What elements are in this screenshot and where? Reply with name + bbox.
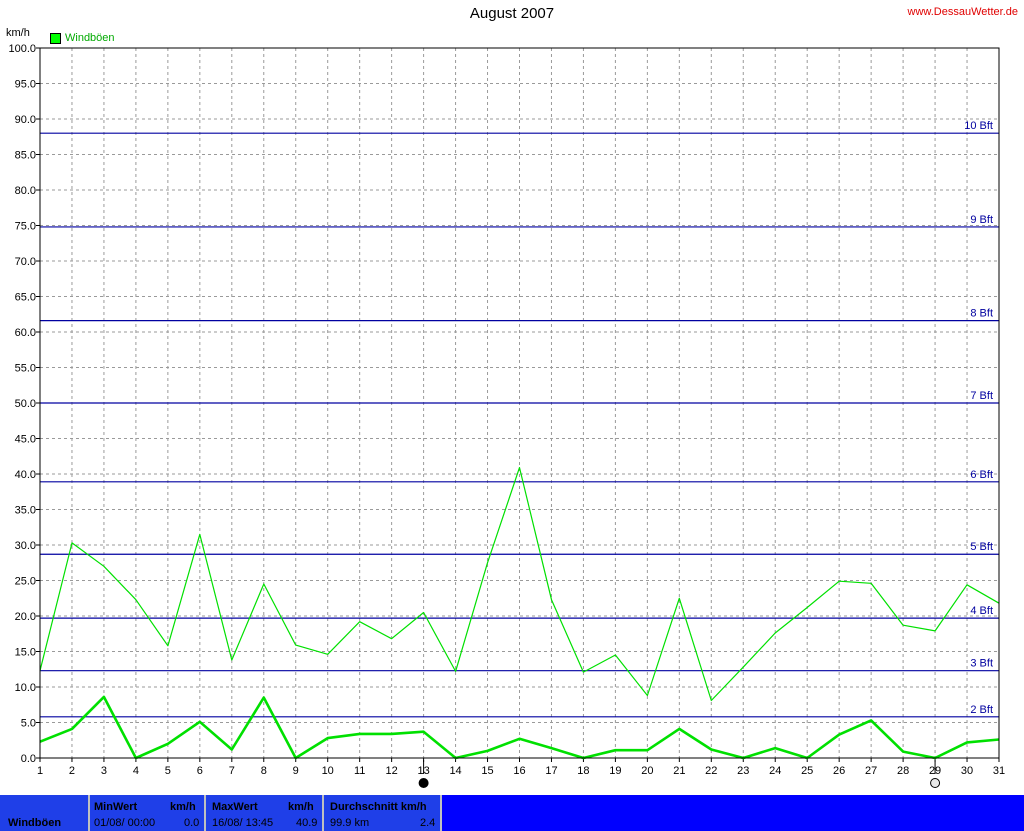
footer-min-unit: km/h: [170, 801, 196, 813]
chart-title: August 2007: [469, 5, 555, 22]
x-tick-label: 1: [37, 765, 43, 777]
y-tick-label: 15.0: [15, 647, 36, 659]
y-tick-label: 45.0: [15, 434, 36, 446]
y-tick-label: 50.0: [15, 398, 36, 410]
full-moon-icon: [930, 778, 941, 788]
y-tick-label: 30.0: [15, 540, 36, 552]
x-tick-label: 9: [293, 765, 299, 777]
y-tick-label: 95.0: [15, 79, 36, 91]
footer-min-value: 0.0: [184, 817, 200, 829]
x-tick-label: 30: [961, 765, 973, 777]
footer-min-header: MinWert: [94, 801, 138, 813]
legend: Windböen: [50, 32, 115, 44]
x-tick-label: 21: [673, 765, 685, 777]
y-tick-label: 90.0: [15, 114, 36, 126]
x-tick-label: 18: [577, 765, 589, 777]
y-axis-unit: km/h: [6, 27, 30, 39]
footer-max-header: MaxWert: [212, 801, 258, 813]
y-tick-label: 80.0: [15, 185, 36, 197]
beaufort-label: 6 Bft: [970, 469, 993, 481]
y-tick-label: 0.0: [21, 753, 36, 765]
beaufort-label: 3 Bft: [970, 658, 993, 670]
x-tick-label: 17: [545, 765, 557, 777]
x-tick-label: 8: [261, 765, 267, 777]
x-tick-label: 23: [737, 765, 749, 777]
x-tick-label: 6: [197, 765, 203, 777]
x-tick-label: 22: [705, 765, 717, 777]
footer-avg-distance: 99.9 km: [330, 817, 370, 829]
footer-max-unit: km/h: [288, 801, 314, 813]
x-tick-label: 7: [229, 765, 235, 777]
x-tick-label: 5: [165, 765, 171, 777]
x-tick-label: 2: [69, 765, 75, 777]
y-tick-label: 25.0: [15, 576, 36, 588]
x-tick-label: 24: [769, 765, 781, 777]
footer-max-value: 40.9: [296, 817, 318, 829]
x-tick-label: 26: [833, 765, 845, 777]
x-tick-label: 12: [386, 765, 398, 777]
y-tick-label: 10.0: [15, 682, 36, 694]
x-tick-label: 11: [354, 765, 365, 777]
footer-min-date: 01/08/ 00:00: [94, 817, 156, 829]
x-tick-label: 4: [133, 765, 139, 777]
x-tick-label: 28: [897, 765, 909, 777]
y-tick-label: 60.0: [15, 327, 36, 339]
y-tick-label: 100.0: [8, 43, 36, 55]
legend-swatch: [50, 32, 61, 44]
x-tick-label: 10: [322, 765, 334, 777]
y-tick-label: 85.0: [15, 150, 36, 162]
y-tick-label: 65.0: [15, 292, 36, 304]
y-tick-label: 70.0: [15, 256, 36, 268]
x-tick-label: 25: [801, 765, 813, 777]
beaufort-label: 8 Bft: [970, 308, 993, 320]
x-tick-label: 31: [993, 765, 1005, 777]
footer-avg-cell: Durchschnitt km/h 99.9 km 2.4: [324, 795, 440, 831]
x-tick-label: 20: [641, 765, 653, 777]
footer-max-date: 16/08/ 13:45: [212, 817, 274, 829]
y-tick-label: 5.0: [21, 718, 36, 730]
footer-avg-value: 2.4: [420, 817, 436, 829]
footer-divider: [440, 795, 442, 831]
wind-gust-chart: 0.0 5.0 10.0 15.0 20.0 25.0 30.0 35.0 40.0 45.0 50…: [8, 43, 1005, 788]
y-tick-label: 55.0: [15, 363, 36, 375]
y-tick-label: 20.0: [15, 611, 36, 623]
x-tick-label: 3: [101, 765, 107, 777]
x-tick-label: 19: [609, 765, 621, 777]
beaufort-label: 2 Bft: [970, 704, 993, 716]
beaufort-label: 5 Bft: [970, 541, 993, 553]
y-tick-label: 40.0: [15, 469, 36, 481]
site-url[interactable]: www.DessauWetter.de: [908, 6, 1018, 18]
statistics-footer: Windböen MinWert km/h 01/08/ 00:00 0.0 M…: [0, 795, 1024, 831]
footer-avg-header: Durchschnitt km/h: [330, 801, 427, 813]
footer-series-cell: Windböen: [0, 795, 88, 831]
legend-label: Windböen: [65, 32, 115, 44]
footer-min-cell: MinWert km/h 01/08/ 00:00 0.0: [90, 795, 204, 831]
beaufort-label: 4 Bft: [970, 605, 993, 617]
new-moon-icon: [418, 778, 429, 788]
beaufort-label: 9 Bft: [970, 214, 993, 226]
x-tick-label: 14: [449, 765, 461, 777]
beaufort-label: 10 Bft: [964, 120, 993, 132]
footer-max-cell: MaxWert km/h 16/08/ 13:45 40.9: [206, 795, 322, 831]
x-tick-label: 15: [481, 765, 493, 777]
x-tick-label: 27: [865, 765, 877, 777]
y-tick-label: 75.0: [15, 221, 36, 233]
y-tick-label: 35.0: [15, 505, 36, 517]
footer-series-label: Windböen: [8, 817, 62, 829]
x-tick-label: 16: [513, 765, 525, 777]
beaufort-label: 7 Bft: [970, 390, 993, 402]
